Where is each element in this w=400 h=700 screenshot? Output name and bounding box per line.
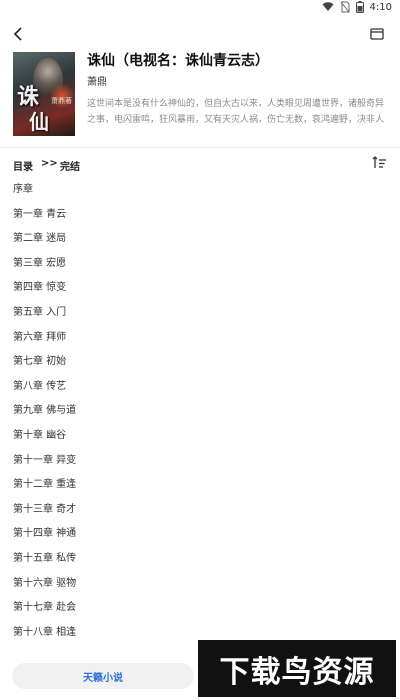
chapter-item[interactable]: 第二章 迷局 — [13, 229, 383, 249]
book-author[interactable]: 萧鼎 — [87, 73, 107, 88]
sort-icon — [372, 156, 386, 168]
no-sim-icon — [340, 1, 350, 13]
wifi-icon — [322, 2, 334, 12]
chapter-item[interactable]: 第十一章 异变 — [13, 451, 383, 471]
bookmark-button[interactable] — [368, 25, 386, 43]
cover-author: 萧鼎著 — [51, 97, 72, 105]
chapter-item[interactable]: 第十五章 私传 — [13, 549, 383, 569]
cover-title-char-2: 仙 — [29, 110, 49, 134]
top-bar — [0, 22, 400, 46]
chevron-left-icon — [13, 27, 22, 41]
book-description[interactable]: 这世间本是没有什么神仙的，但自太古以来，人类眼见周遭世界，诸般奇异之事，电闪雷鸣… — [87, 96, 389, 128]
divider — [0, 147, 400, 148]
back-button[interactable] — [8, 24, 28, 44]
chapter-item[interactable]: 序章 — [13, 180, 383, 200]
status-time: 4:10 — [369, 1, 392, 13]
book-cover[interactable]: 诛 仙 萧鼎著 — [13, 52, 75, 136]
watermark-logo: 下载鸟资源 — [198, 640, 396, 697]
status-icons: 4:10 — [322, 1, 392, 13]
chapter-item[interactable]: 第三章 宏愿 — [13, 254, 383, 274]
chapter-item[interactable]: 第六章 拜师 — [13, 328, 383, 348]
book-header: 诛 仙 萧鼎著 诛仙（电视名：诛仙青云志） 萧鼎 这世间本是没有什么神仙的，但自… — [0, 52, 400, 142]
toc-header: 目录 >> 完结 — [0, 155, 400, 173]
chapter-item[interactable]: 第十章 幽谷 — [13, 426, 383, 446]
cover-title-char-1: 诛 — [17, 84, 40, 110]
book-status: 完结 — [60, 162, 80, 173]
watermark-text: 下载鸟资源 — [219, 654, 375, 690]
book-title: 诛仙（电视名：诛仙青云志） — [87, 53, 269, 69]
source-button[interactable]: 天籁小说 — [12, 663, 194, 689]
chapter-item[interactable]: 第九章 佛与道 — [13, 401, 383, 421]
chapter-item[interactable]: 第十七章 赴会 — [13, 598, 383, 618]
chapter-item[interactable]: 第十六章 驱物 — [13, 574, 383, 594]
chapter-item[interactable]: 第一章 青云 — [13, 205, 383, 225]
battery-icon — [355, 1, 364, 13]
chapter-item[interactable]: 第十二章 重逢 — [13, 475, 383, 495]
chapter-item[interactable]: 第十三章 奇才 — [13, 500, 383, 520]
chapter-item[interactable]: 第四章 惊变 — [13, 278, 383, 298]
status-bar: 4:10 — [0, 0, 400, 16]
chapter-item[interactable]: 第五章 入门 — [13, 303, 383, 323]
chapter-item[interactable]: 第十四章 神通 — [13, 524, 383, 544]
sort-button[interactable] — [372, 155, 388, 171]
bookmark-icon — [370, 28, 384, 40]
chapter-item[interactable]: 第七章 初始 — [13, 352, 383, 372]
toc-separator: >> — [41, 158, 58, 169]
toc-label: 目录 — [13, 162, 33, 173]
chapter-item[interactable]: 第八章 传艺 — [13, 377, 383, 397]
